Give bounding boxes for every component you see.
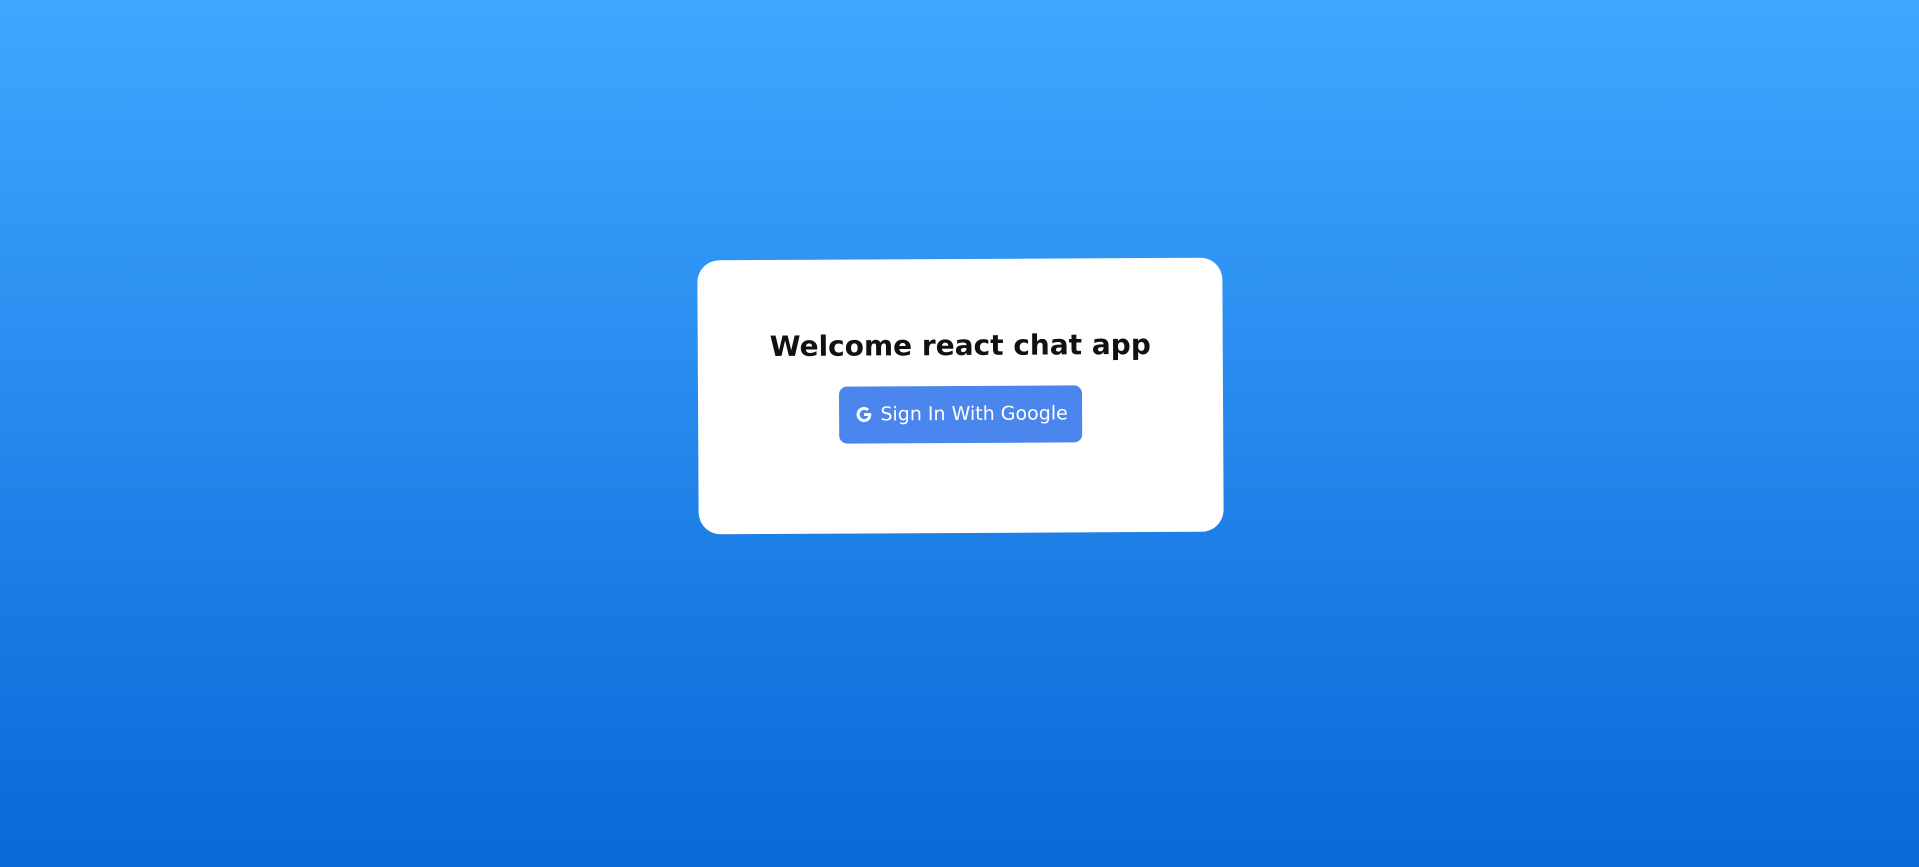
google-icon	[855, 406, 873, 424]
sign-in-with-google-button[interactable]: Sign In With Google	[839, 385, 1082, 444]
page-title: Welcome react chat app	[769, 328, 1151, 363]
sign-in-button-label: Sign In With Google	[880, 402, 1068, 426]
login-card: Welcome react chat app Sign In With Goog…	[697, 257, 1224, 535]
